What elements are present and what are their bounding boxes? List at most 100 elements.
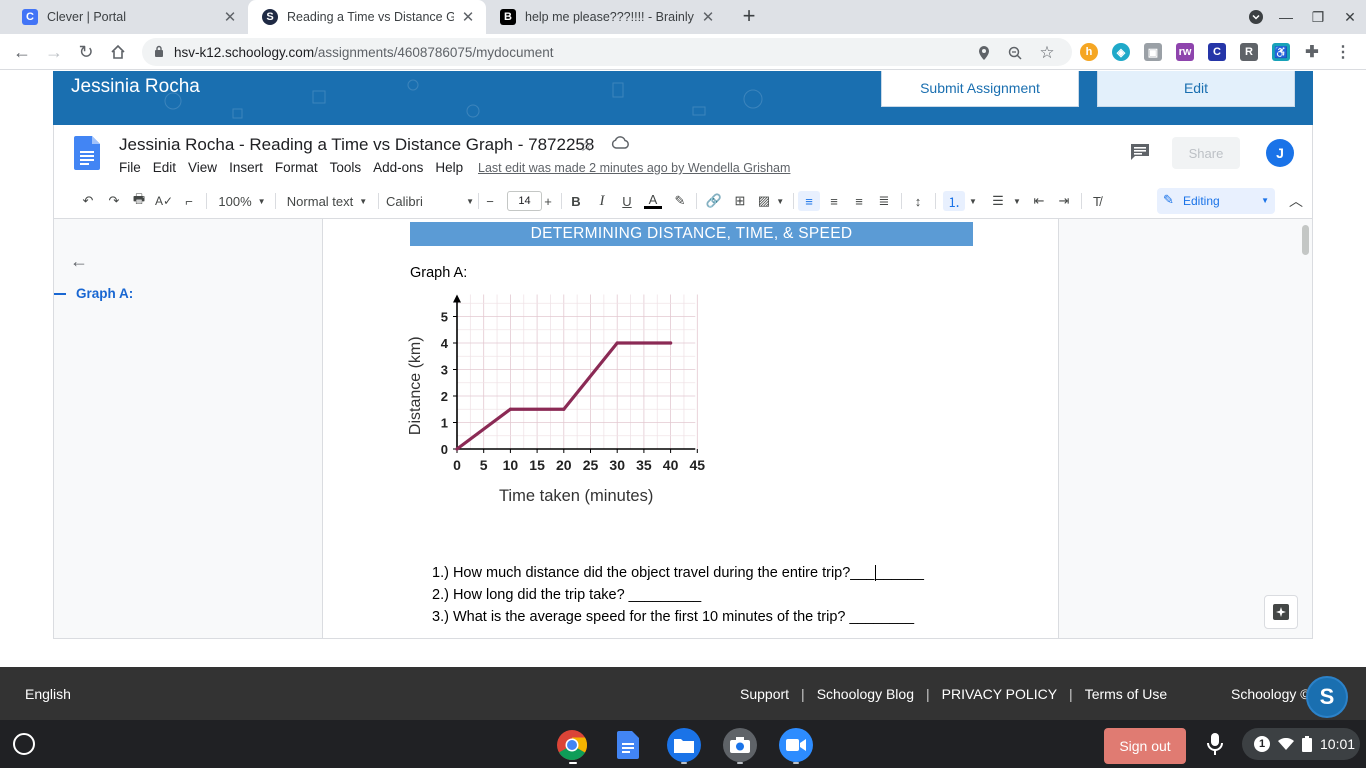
close-tab-icon[interactable]: ✕ [460,8,476,26]
menu-kebab-icon[interactable]: ⋮ [1334,43,1352,61]
menu-addons[interactable]: Add-ons [373,160,423,175]
tab-brainly[interactable]: B help me please???!!!! - Brainly.co ✕ [486,0,726,34]
tab-schoology[interactable]: S Reading a Time vs Distance Graph ✕ [248,0,486,34]
y-tick-label: 0 [441,442,448,457]
document-page[interactable]: DETERMINING DISTANCE, TIME, & SPEED Grap… [322,219,1059,638]
line-spacing-icon[interactable]: ↕ [907,191,929,211]
reload-icon[interactable]: ↻ [74,40,98,64]
tab-search-icon[interactable] [1240,0,1272,34]
font-select[interactable]: Calibri ▼ [386,191,474,211]
location-icon[interactable] [975,44,993,62]
share-button[interactable]: Share [1172,137,1240,169]
align-right-icon[interactable]: ≡ [849,191,869,211]
menu-file[interactable]: File [119,160,141,175]
outline-item-graph-a[interactable]: Graph A: [54,286,133,301]
tab-clever[interactable]: C Clever | Portal ✕ [8,0,248,34]
italic-icon[interactable]: I [592,191,612,211]
paint-format-icon[interactable]: ⌐ [179,191,199,211]
extension-r-icon[interactable]: R [1240,43,1258,61]
comment-icon[interactable] [1130,143,1150,161]
camera-app-icon[interactable] [723,728,757,762]
increase-indent-icon[interactable]: ⇥ [1053,191,1075,211]
microphone-icon[interactable] [1206,732,1224,756]
star-icon[interactable]: ☆ [579,136,593,156]
outline-back-icon[interactable]: ← [70,251,88,272]
align-center-icon[interactable]: ≡ [824,191,844,211]
chrome-app-icon[interactable] [555,728,589,762]
extension-clever-icon[interactable]: C [1208,43,1226,61]
schoology-s-icon[interactable]: S [1306,676,1348,718]
status-tray[interactable]: 1 10:01 [1242,728,1360,760]
submit-assignment-button[interactable]: Submit Assignment [881,71,1079,107]
undo-icon[interactable]: ↶ [78,191,98,211]
forward-icon[interactable]: → [42,40,66,64]
cloud-status-icon[interactable] [611,136,629,155]
menu-tools[interactable]: Tools [330,160,362,175]
zoom-icon[interactable] [1006,44,1024,62]
close-tab-icon[interactable]: ✕ [222,8,238,26]
style-select[interactable]: Normal text ▼ [282,191,372,211]
collapse-menus-icon[interactable]: ︿ [1286,191,1306,211]
bulleted-list-menu-icon[interactable]: ▼ [1011,191,1023,211]
numbered-list-icon[interactable]: ⒈ [943,191,965,211]
bold-icon[interactable]: B [566,191,586,211]
zoom-select[interactable]: 100% ▼ [214,191,270,211]
sign-out-button[interactable]: Sign out [1104,728,1186,764]
close-tab-icon[interactable]: ✕ [700,8,716,26]
redo-icon[interactable]: ↷ [104,191,124,211]
extension-rw-icon[interactable]: rw [1176,43,1194,61]
editing-mode-select[interactable]: ✎ Editing ▼ [1157,188,1275,214]
text-color-icon[interactable]: A [642,191,664,211]
underline-icon[interactable]: U [617,191,637,211]
docs-logo-icon[interactable] [74,136,100,170]
menu-edit[interactable]: Edit [153,160,176,175]
files-app-icon[interactable] [667,728,701,762]
restore-icon[interactable]: ❐ [1302,0,1334,34]
numbered-list-menu-icon[interactable]: ▼ [967,191,979,211]
launcher-icon[interactable] [13,733,35,755]
language-selector[interactable]: English [25,686,71,702]
edit-button[interactable]: Edit [1097,71,1295,107]
extension-docs-icon[interactable]: ▣ [1144,43,1162,61]
close-window-icon[interactable]: ✕ [1334,0,1366,34]
new-tab-icon[interactable]: + [738,4,760,28]
menu-view[interactable]: View [188,160,217,175]
extension-shield-icon[interactable]: ◈ [1112,43,1130,61]
menu-format[interactable]: Format [275,160,318,175]
docs-app-icon[interactable] [611,728,645,762]
extension-honey-icon[interactable]: h [1080,43,1098,61]
footer-link-privacy[interactable]: PRIVACY POLICY [942,686,1057,702]
menu-help[interactable]: Help [435,160,463,175]
explore-button[interactable] [1264,595,1298,629]
home-icon[interactable] [106,40,130,64]
footer-link-support[interactable]: Support [740,686,789,702]
vertical-scrollbar[interactable] [1302,225,1309,255]
last-edit-link[interactable]: Last edit was made 2 minutes ago by Wend… [478,161,790,175]
extension-accessibility-icon[interactable]: ♿ [1272,43,1290,61]
bookmark-star-icon[interactable]: ☆ [1038,43,1056,62]
spellcheck-icon[interactable]: A✓ [154,191,174,211]
insert-image-icon[interactable]: ▨ ▼ [756,191,786,211]
increase-font-size-icon[interactable]: + [540,191,556,211]
back-icon[interactable]: ← [10,40,34,64]
extensions-puzzle-icon[interactable]: ✚ [1303,43,1321,61]
font-size-input[interactable]: 14 [507,191,542,211]
footer-link-terms[interactable]: Terms of Use [1085,686,1167,702]
menu-insert[interactable]: Insert [229,160,263,175]
bulleted-list-icon[interactable]: ☰ [987,191,1009,211]
address-bar[interactable]: hsv-k12.schoology.com/assignments/460878… [142,38,1072,66]
account-avatar[interactable]: J [1266,139,1294,167]
decrease-font-size-icon[interactable]: − [482,191,498,211]
clear-formatting-icon[interactable]: T̸ [1087,191,1107,211]
insert-comment-icon[interactable]: ⊞ [730,191,750,211]
zoom-app-icon[interactable] [779,728,813,762]
decrease-indent-icon[interactable]: ⇤ [1028,191,1050,211]
document-title[interactable]: Jessinia Rocha - Reading a Time vs Dista… [119,135,594,155]
insert-link-icon[interactable]: 🔗 [704,191,724,211]
align-justify-icon[interactable]: ≣ [874,191,894,211]
footer-link-blog[interactable]: Schoology Blog [817,686,914,702]
print-icon[interactable]: 🖶 [129,191,149,211]
minimize-icon[interactable]: — [1270,0,1302,34]
align-left-icon[interactable]: ≡ [798,191,820,211]
highlight-icon[interactable]: ✎ [670,191,690,211]
